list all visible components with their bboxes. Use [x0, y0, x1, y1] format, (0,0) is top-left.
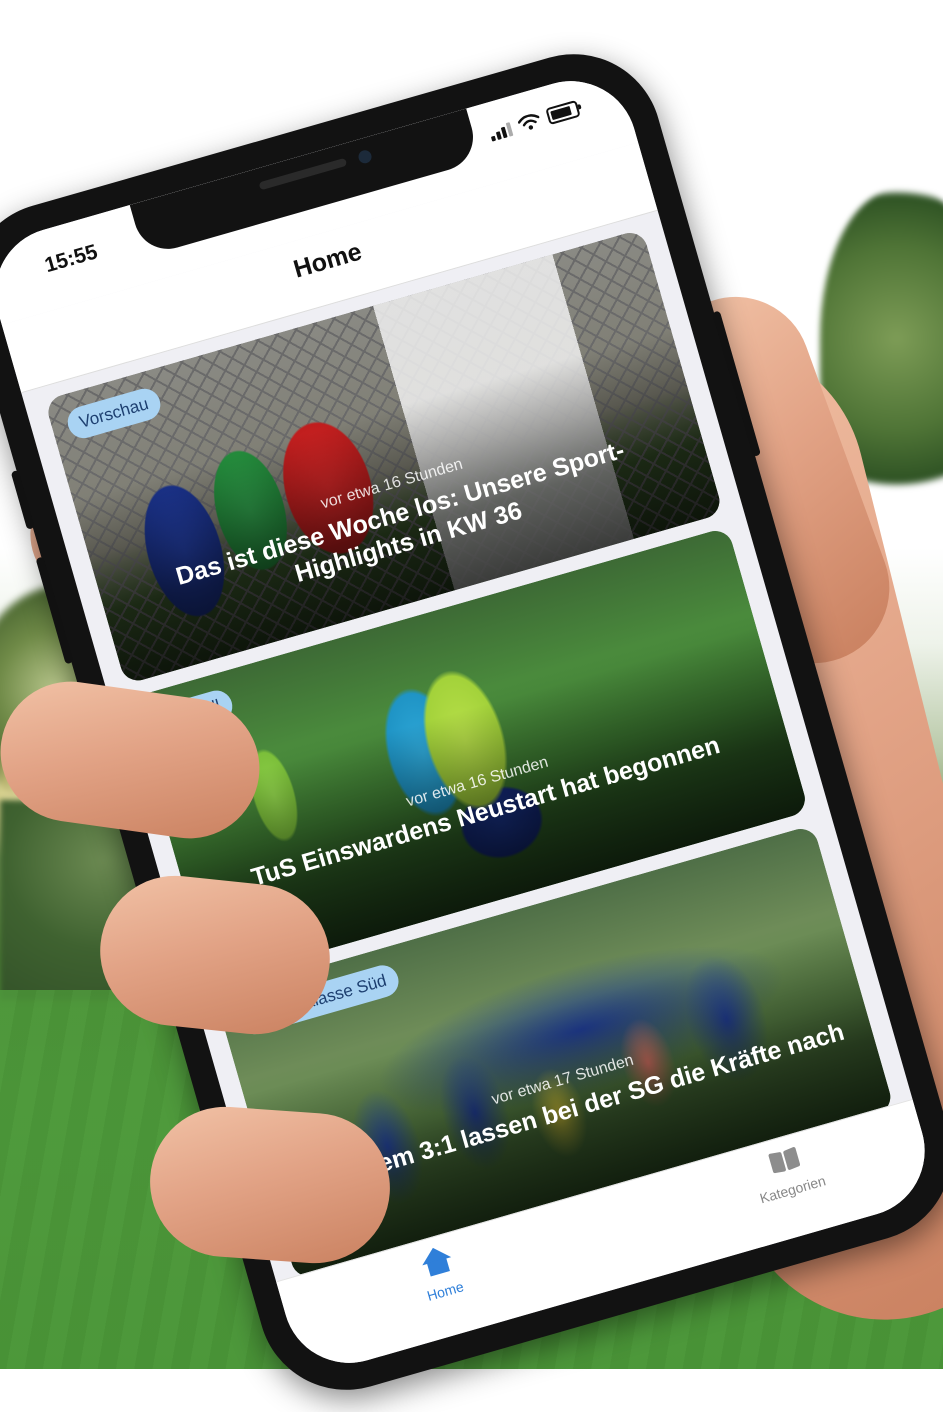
front-camera [356, 148, 374, 165]
speaker-grille [258, 157, 348, 191]
hand-finger [145, 1101, 395, 1269]
home-icon [418, 1243, 455, 1279]
signal-icon [488, 122, 514, 142]
book-icon [766, 1144, 802, 1177]
battery-icon [545, 99, 581, 126]
status-icons [488, 99, 581, 142]
wifi-icon [517, 114, 540, 130]
status-time: 15:55 [42, 240, 101, 278]
